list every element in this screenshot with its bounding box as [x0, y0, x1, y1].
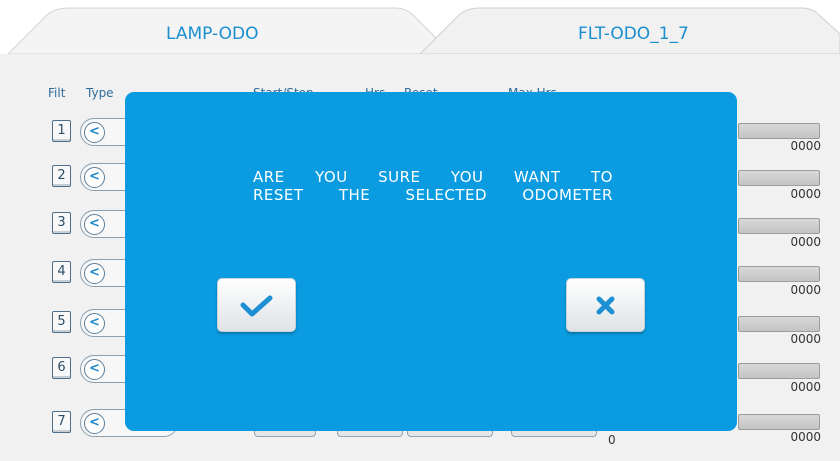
odometer-value-7: 0000	[790, 430, 821, 444]
chevron-left-icon[interactable]: <	[84, 263, 105, 284]
chevron-left-icon[interactable]: <	[84, 122, 105, 143]
reset-confirm-dialog: ARE YOU SURE YOU WANT TO RESET THE SELEC…	[125, 92, 737, 431]
odometer-value-1: 0000	[790, 139, 821, 153]
odometer-value-6: 0000	[790, 380, 821, 394]
odometer-bar-2	[738, 170, 820, 186]
odometer-value-2: 0000	[790, 187, 821, 201]
filter-button-5[interactable]: 5	[52, 311, 71, 333]
bottom-count: 0	[608, 433, 616, 447]
cancel-button[interactable]	[566, 278, 645, 332]
chevron-left-icon[interactable]: <	[84, 167, 105, 188]
odometer-value-5: 0000	[790, 332, 821, 346]
filter-button-6[interactable]: 6	[52, 357, 71, 379]
odometer-bar-4	[738, 266, 820, 282]
tab-flt-odo-label: FLT-ODO_1_7	[578, 24, 689, 44]
confirm-button[interactable]	[217, 278, 296, 332]
chevron-left-icon[interactable]: <	[84, 214, 105, 235]
filter-button-3[interactable]: 3	[52, 212, 71, 234]
odometer-value-3: 0000	[790, 235, 821, 249]
header-type: Type	[86, 86, 114, 100]
dialog-message-line1: ARE YOU SURE YOU WANT TO	[253, 168, 613, 186]
chevron-left-icon[interactable]: <	[84, 413, 105, 434]
check-icon	[240, 295, 273, 317]
filter-button-2[interactable]: 2	[52, 165, 71, 187]
odometer-bar-5	[738, 316, 820, 332]
header-filt: Filt	[48, 86, 66, 100]
chevron-left-icon[interactable]: <	[84, 359, 105, 380]
odometer-bar-3	[738, 218, 820, 234]
odometer-bar-6	[738, 363, 820, 379]
odometer-bar-7	[738, 414, 820, 430]
filter-button-1[interactable]: 1	[52, 120, 71, 142]
odometer-value-4: 0000	[790, 283, 821, 297]
chevron-left-icon[interactable]: <	[84, 313, 105, 334]
tab-lamp-odo-label: LAMP-ODO	[166, 24, 259, 44]
tab-bar: LAMP-ODO FLT-ODO_1_7	[0, 0, 840, 60]
close-icon	[596, 296, 615, 315]
filter-button-7[interactable]: 7	[52, 411, 71, 433]
filter-button-4[interactable]: 4	[52, 261, 71, 283]
odometer-bar-1	[738, 123, 820, 139]
dialog-message-line2: RESET THE SELECTED ODOMETER	[253, 186, 613, 204]
dialog-message: ARE YOU SURE YOU WANT TO RESET THE SELEC…	[253, 168, 613, 204]
